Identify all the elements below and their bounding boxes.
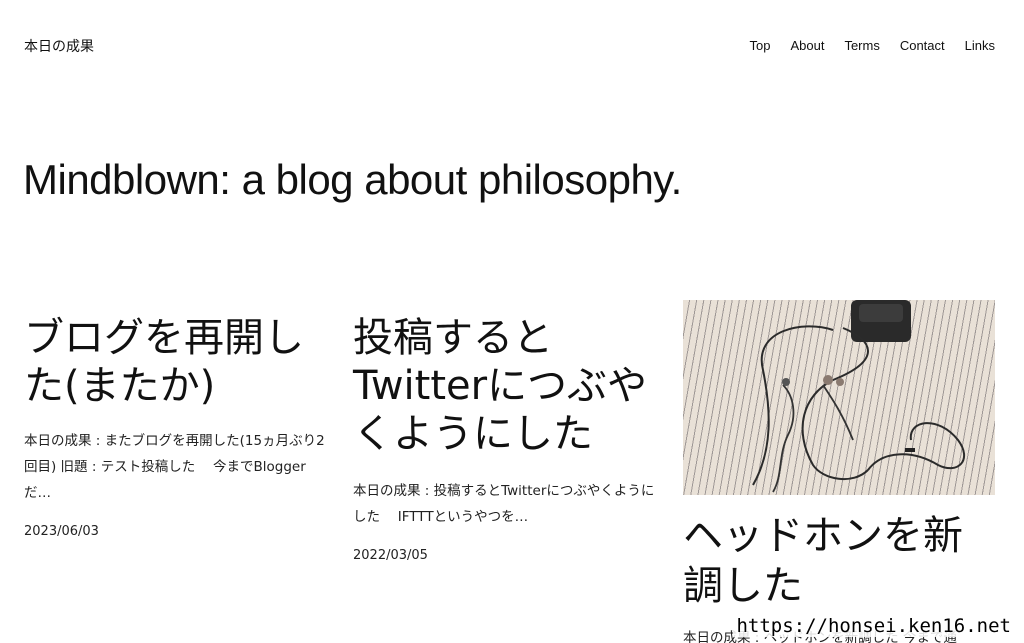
main-nav: Top About Terms Contact Links [749, 38, 995, 53]
site-url-watermark: https://honsei.ken16.net [733, 615, 1014, 637]
nav-links[interactable]: Links [965, 38, 995, 53]
post-title: ブログを再開した(またか) [24, 314, 329, 410]
site-title[interactable]: 本日の成果 [24, 36, 94, 56]
post-title-link[interactable]: 投稿するとTwitterにつぶやくようにした [353, 315, 647, 457]
nav-terms[interactable]: Terms [844, 38, 879, 53]
nav-top[interactable]: Top [749, 38, 770, 53]
headphones-image [752, 300, 965, 493]
site-tagline: Mindblown: a blog about philosophy. [23, 156, 682, 203]
post-date: 2023/06/03 [24, 524, 99, 539]
post-excerpt: 本日の成果 : またブログを再開した(15ヵ月ぶり2回目) 旧題 : テスト投稿… [24, 433, 325, 501]
post-title: ヘッドホンを新調した [683, 511, 995, 611]
post-card: ブログを再開した(またか) 本日の成果 : またブログを再開した(15ヵ月ぶり2… [24, 314, 329, 539]
post-date: 2022/03/05 [353, 548, 428, 563]
post-title-link[interactable]: ブログを再開した(またか) [24, 315, 304, 409]
post-card: ヘッドホンを新調した 本日の成果 : ヘッドホンを新調した 今まで通 [683, 300, 995, 643]
post-title-link[interactable]: ヘッドホンを新調した [683, 513, 963, 609]
post-thumbnail[interactable] [683, 300, 995, 495]
post-excerpt: 本日の成果 : 投稿するとTwitterにつぶやくようにした IFTTTというや… [353, 483, 655, 525]
post-title: 投稿するとTwitterにつぶやくようにした [353, 314, 658, 458]
nav-contact[interactable]: Contact [900, 38, 945, 53]
page: 本日の成果 Top About Terms Contact Links Mind… [0, 0, 1024, 643]
nav-about[interactable]: About [790, 38, 824, 53]
post-card: 投稿するとTwitterにつぶやくようにした 本日の成果 : 投稿するとTwit… [353, 314, 658, 563]
